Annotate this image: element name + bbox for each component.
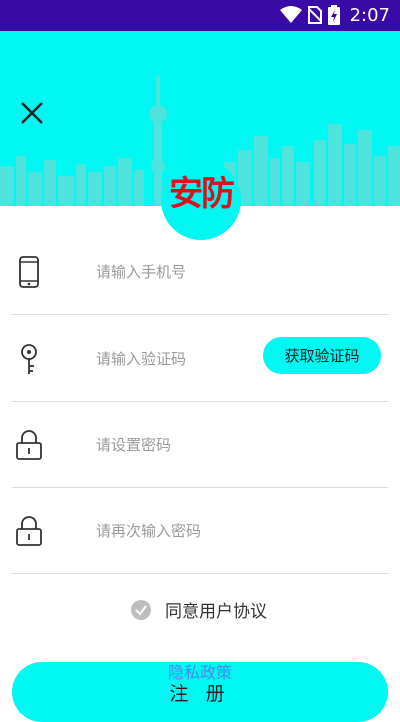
get-code-button[interactable]: 获取验证码: [263, 337, 381, 374]
verification-code-input[interactable]: [94, 341, 258, 377]
agreement-row[interactable]: 同意用户协议: [131, 597, 267, 622]
privacy-policy-link[interactable]: 隐私政策: [0, 659, 400, 683]
confirm-password-input[interactable]: [94, 513, 368, 549]
no-sim-icon: [307, 6, 322, 24]
logo-text: 安防: [169, 173, 235, 214]
close-icon[interactable]: [16, 97, 48, 129]
password-field: [12, 401, 388, 488]
phone-field: [12, 228, 388, 315]
phone-input[interactable]: [94, 254, 368, 290]
lock-icon: [16, 516, 42, 546]
confirm-password-field: [12, 487, 388, 574]
password-input[interactable]: [94, 427, 368, 463]
lock-icon: [16, 430, 42, 460]
status-bar: 2:07: [0, 0, 400, 31]
status-icons: 2:07: [279, 4, 390, 26]
agreement-label[interactable]: 同意用户协议: [165, 597, 267, 622]
phone-icon: [19, 256, 39, 288]
register-label: 注 册: [169, 684, 231, 705]
wifi-icon: [279, 6, 302, 23]
checkmark-icon[interactable]: [131, 599, 151, 620]
verification-code-field: 获取验证码: [12, 315, 388, 402]
battery-charging-icon: [327, 5, 340, 25]
key-icon: [21, 344, 37, 374]
status-time: 2:07: [349, 4, 390, 26]
